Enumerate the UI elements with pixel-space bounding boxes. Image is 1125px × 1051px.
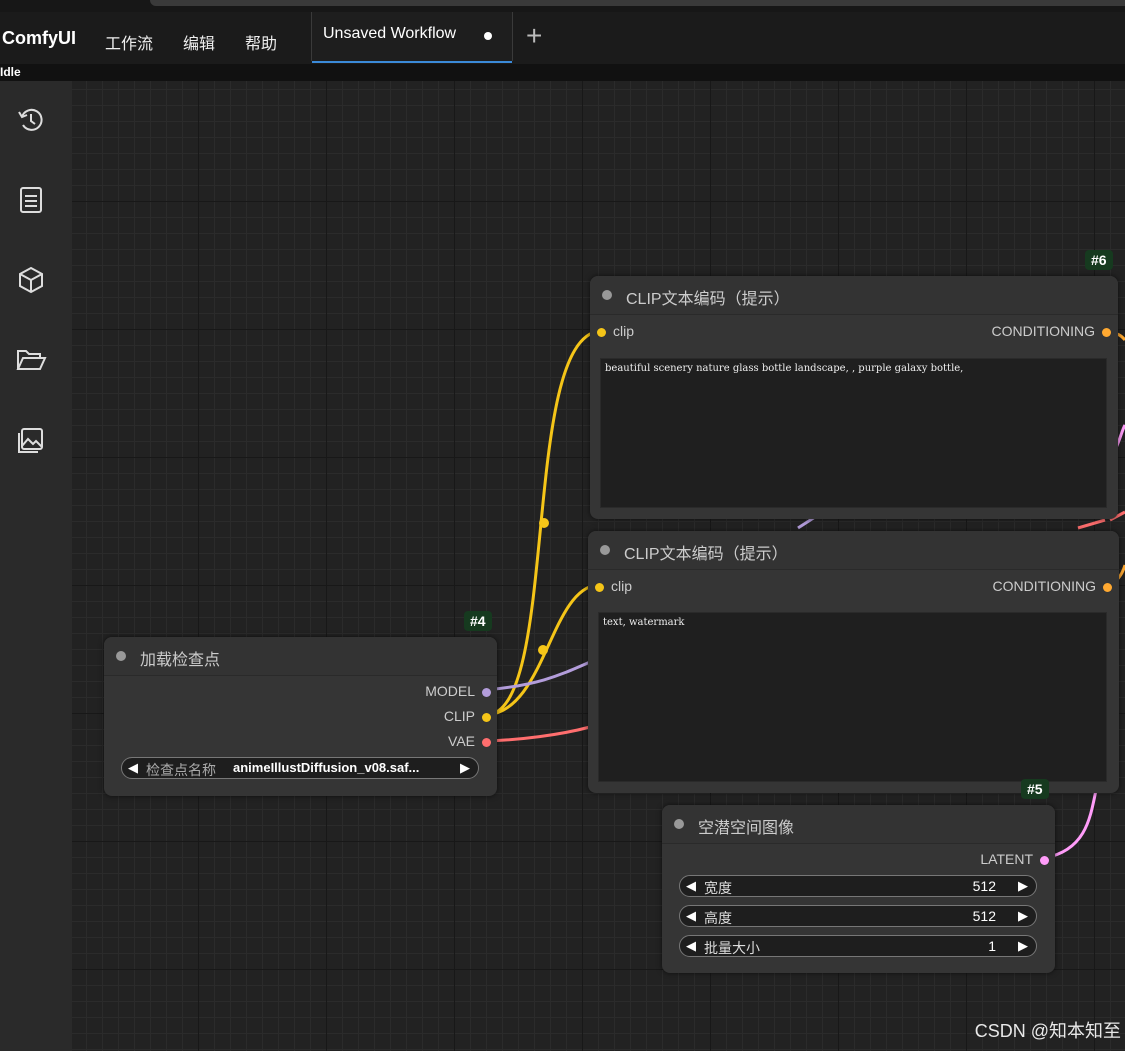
height-number-widget[interactable]: ◀ 高度 512 ▶ [679, 905, 1037, 927]
output-slot-clip[interactable]: CLIP [444, 708, 491, 724]
slot-dot-icon [595, 583, 604, 592]
slot-dot-icon [1102, 328, 1111, 337]
tab-label: Unsaved Workflow [323, 25, 457, 42]
widget-value: animeIllustDiffusion_v08.saf... [233, 760, 420, 775]
output-slot-conditioning[interactable]: CONDITIONING [993, 578, 1112, 594]
node-library-cube-icon [19, 266, 43, 294]
increment-arrow-icon[interactable]: ▶ [1018, 908, 1028, 924]
tab-unsaved-workflow[interactable]: Unsaved Workflow [312, 12, 512, 63]
width-number-widget[interactable]: ◀ 宽度 512 ▶ [679, 875, 1037, 897]
node-5-badge: #5 [1021, 779, 1049, 799]
queue-list-icon [20, 187, 42, 213]
widget-name: 宽度 [704, 880, 732, 896]
output-slot-conditioning[interactable]: CONDITIONING [992, 323, 1111, 339]
widget-value: 512 [972, 908, 996, 924]
sidebar-item-history[interactable] [14, 103, 48, 137]
slot-dot-icon [482, 688, 491, 697]
collapse-dot-icon[interactable] [602, 290, 612, 300]
prompt-textarea[interactable]: text, watermark [598, 612, 1107, 782]
history-icon [18, 108, 43, 131]
slot-dot-icon [1103, 583, 1112, 592]
sidebar [0, 81, 73, 1051]
collapse-dot-icon[interactable] [674, 819, 684, 829]
app-brand: ComfyUI [2, 28, 77, 48]
unsaved-dot-icon[interactable] [484, 32, 492, 40]
slot-label: VAE [448, 733, 475, 749]
tab-divider [512, 12, 513, 61]
widget-name: 高度 [704, 910, 732, 926]
node-title-bar[interactable]: 加载检查点 [104, 637, 497, 676]
sidebar-item-templates[interactable] [14, 423, 48, 457]
add-tab-button[interactable]: + [526, 20, 542, 52]
status-text: Idle [0, 65, 21, 79]
node-title-bar[interactable]: CLIP文本编码（提示） [590, 276, 1118, 315]
node-title-bar[interactable]: 空潜空间图像 [662, 805, 1055, 844]
input-slot-clip[interactable]: clip [597, 323, 634, 339]
slot-dot-icon [482, 713, 491, 722]
input-slot-clip[interactable]: clip [595, 578, 632, 594]
workflows-folder-icon [16, 350, 47, 370]
decrement-arrow-icon[interactable]: ◀ [686, 908, 696, 924]
slot-label: CONDITIONING [991, 323, 1095, 339]
node-load-checkpoint[interactable]: 加载检查点 MODEL CLIP VAE ◀ 检查点名称 animeIllust… [104, 637, 497, 796]
menu-bar: ComfyUI 工作流 编辑 帮助 Unsaved Workflow + [0, 12, 1125, 65]
slot-label: MODEL [425, 683, 475, 699]
slot-label: CONDITIONING [992, 578, 1096, 594]
increment-arrow-icon[interactable]: ▶ [460, 760, 470, 776]
sidebar-item-workflows[interactable] [14, 343, 48, 377]
widget-name: 检查点名称 [146, 762, 216, 778]
increment-arrow-icon[interactable]: ▶ [1018, 938, 1028, 954]
slot-dot-icon [482, 738, 491, 747]
node-title-bar[interactable]: CLIP文本编码（提示） [588, 531, 1119, 570]
node-title: 加载检查点 [140, 652, 221, 669]
increment-arrow-icon[interactable]: ▶ [1018, 878, 1028, 894]
slot-dot-icon [597, 328, 606, 337]
batch-size-number-widget[interactable]: ◀ 批量大小 1 ▶ [679, 935, 1037, 957]
top-strip [0, 0, 1125, 12]
top-scrollbar[interactable] [150, 0, 1125, 6]
node-title: CLIP文本编码（提示） [624, 546, 788, 563]
decrement-arrow-icon[interactable]: ◀ [686, 938, 696, 954]
collapse-dot-icon[interactable] [600, 545, 610, 555]
output-slot-vae[interactable]: VAE [448, 733, 491, 749]
node-title: CLIP文本编码（提示） [626, 291, 790, 308]
templates-image-icon [18, 428, 43, 453]
node-title: 空潜空间图像 [698, 820, 795, 837]
node-clip-text-encode-negative[interactable]: CLIP文本编码（提示） clip CONDITIONING text, wat… [588, 531, 1119, 793]
output-slot-latent[interactable]: LATENT [980, 851, 1049, 867]
watermark-text: CSDN @知本知至 [974, 1021, 1121, 1041]
menu-workflow[interactable]: 工作流 [105, 30, 153, 54]
slot-label: clip [611, 578, 633, 594]
sidebar-item-queue[interactable] [14, 183, 48, 217]
widget-value: 1 [988, 938, 996, 954]
decrement-arrow-icon[interactable]: ◀ [128, 760, 138, 776]
node-4-badge: #4 [464, 611, 492, 631]
slot-dot-icon [1040, 856, 1049, 865]
menu-edit[interactable]: 编辑 [183, 30, 215, 54]
node-6-badge: #6 [1085, 250, 1113, 270]
slot-label: LATENT [980, 851, 1033, 867]
menu-help[interactable]: 帮助 [245, 30, 277, 54]
slot-label: CLIP [443, 708, 475, 724]
prompt-textarea[interactable]: beautiful scenery nature glass bottle la… [600, 358, 1107, 508]
widget-value: 512 [972, 878, 996, 894]
node-clip-text-encode-positive[interactable]: CLIP文本编码（提示） clip CONDITIONING beautiful… [590, 276, 1118, 519]
widget-name: 批量大小 [704, 940, 760, 956]
sidebar-item-node-library[interactable] [14, 263, 48, 297]
slot-label: clip [613, 323, 635, 339]
status-bar: Idle [0, 64, 1125, 81]
decrement-arrow-icon[interactable]: ◀ [686, 878, 696, 894]
checkpoint-name-combo[interactable]: ◀ 检查点名称 animeIllustDiffusion_v08.saf... … [121, 757, 479, 779]
collapse-dot-icon[interactable] [116, 651, 126, 661]
output-slot-model[interactable]: MODEL [425, 683, 491, 699]
node-empty-latent-image[interactable]: 空潜空间图像 LATENT ◀ 宽度 512 ▶ ◀ 高度 512 ▶ ◀ 批量… [662, 805, 1055, 973]
